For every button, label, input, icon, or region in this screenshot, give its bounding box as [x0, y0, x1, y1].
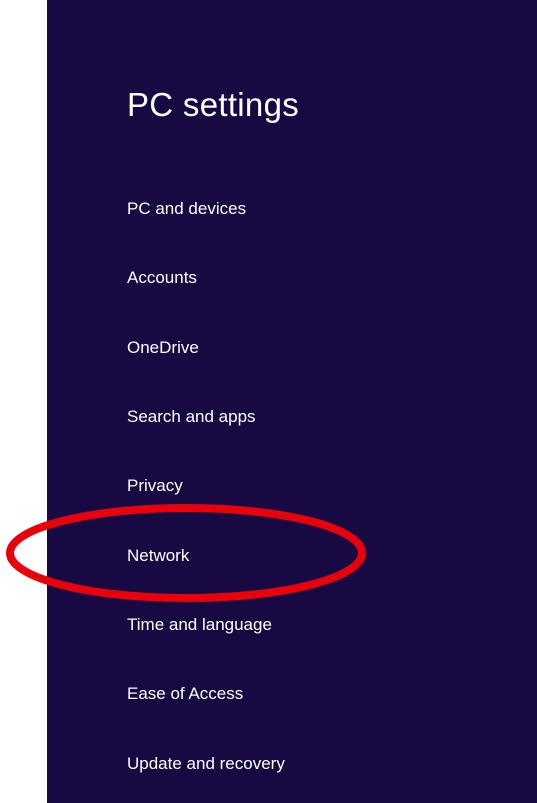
nav-item-network[interactable]: Network [127, 541, 189, 571]
nav-item-search-and-apps[interactable]: Search and apps [127, 402, 256, 432]
nav-item-privacy[interactable]: Privacy [127, 471, 183, 501]
pc-settings-page: PC settings PC and devices Accounts OneD… [0, 0, 537, 803]
nav-item-accounts[interactable]: Accounts [127, 263, 197, 293]
nav-item-ease-of-access[interactable]: Ease of Access [127, 679, 243, 709]
nav-item-update-and-recovery[interactable]: Update and recovery [127, 749, 285, 779]
settings-nav: PC and devices Accounts OneDrive Search … [127, 0, 507, 803]
nav-item-onedrive[interactable]: OneDrive [127, 333, 199, 363]
nav-item-pc-and-devices[interactable]: PC and devices [127, 194, 246, 224]
settings-panel: PC settings PC and devices Accounts OneD… [47, 0, 537, 803]
nav-item-time-and-language[interactable]: Time and language [127, 610, 272, 640]
